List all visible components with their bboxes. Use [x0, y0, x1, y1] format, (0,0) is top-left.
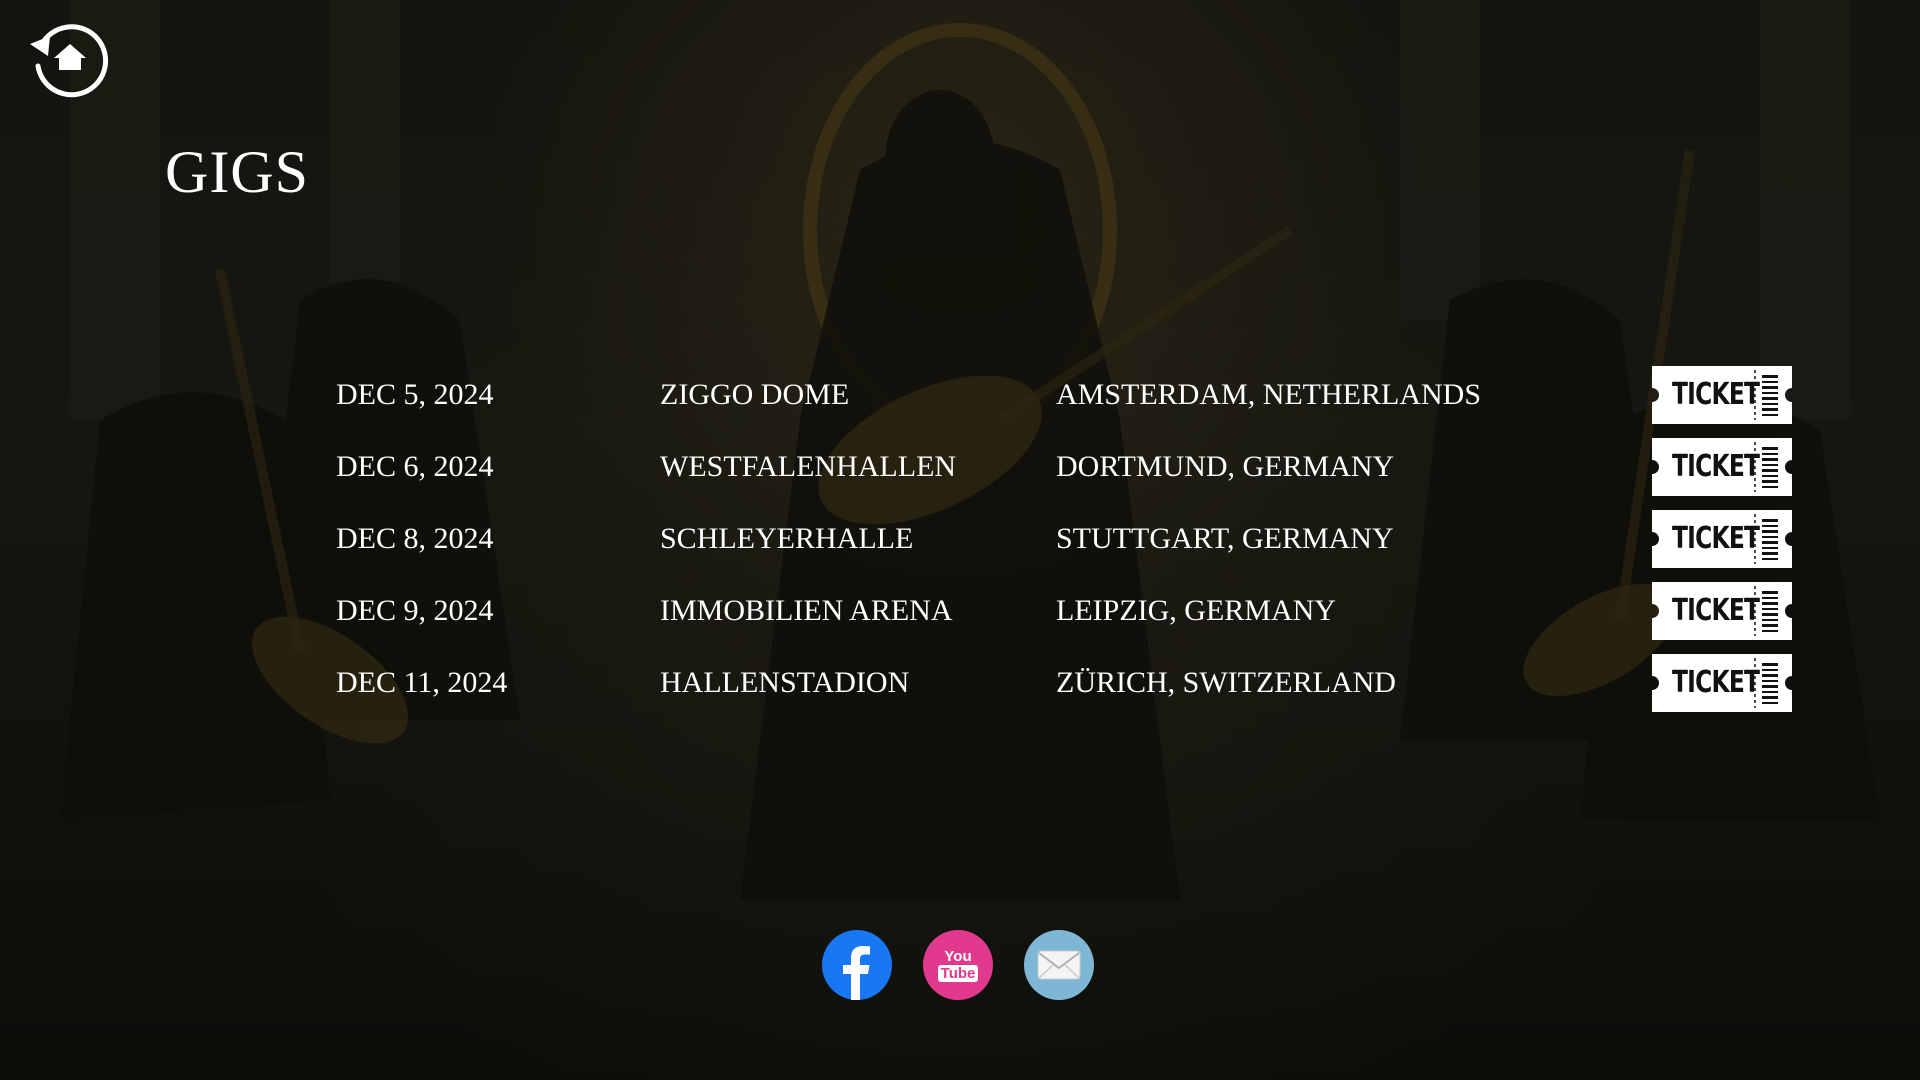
gig-row: DEC 8, 2024 SCHLEYERHALLE STUTTGART, GER…	[0, 510, 1920, 582]
page-title: GIGS	[165, 139, 310, 205]
social-links: You Tube	[0, 930, 1920, 1000]
ticket-button[interactable]: TICKET	[1652, 438, 1792, 496]
ticket-label: TICKET	[1672, 449, 1760, 484]
youtube-button[interactable]: You Tube	[923, 930, 993, 1000]
ticket-button[interactable]: TICKET	[1652, 582, 1792, 640]
email-icon	[1037, 950, 1081, 980]
ticket-label: TICKET	[1672, 377, 1760, 412]
ticket-button[interactable]: TICKET	[1652, 366, 1792, 424]
youtube-icon: You Tube	[923, 930, 993, 1000]
gig-row: DEC 11, 2024 HALLENSTADION ZÜRICH, SWITZ…	[0, 654, 1920, 726]
gig-row: DEC 9, 2024 IMMOBILIEN ARENA LEIPZIG, GE…	[0, 582, 1920, 654]
home-refresh-icon	[30, 24, 109, 98]
home-button[interactable]	[28, 22, 109, 102]
gig-row: DEC 6, 2024 WESTFALENHALLEN DORTMUND, GE…	[0, 438, 1920, 510]
gig-city: STUTTGART, GERMANY	[1056, 522, 1394, 555]
gig-venue: SCHLEYERHALLE	[660, 522, 914, 555]
gig-city: ZÜRICH, SWITZERLAND	[1056, 666, 1396, 699]
youtube-tube-text: Tube	[937, 964, 979, 982]
gig-date: DEC 11, 2024	[336, 666, 508, 699]
ticket-button[interactable]: TICKET	[1652, 510, 1792, 568]
ticket-button[interactable]: TICKET	[1652, 654, 1792, 712]
gigs-list: DEC 5, 2024 ZIGGO DOME AMSTERDAM, NETHER…	[0, 366, 1920, 726]
gig-date: DEC 5, 2024	[336, 378, 494, 411]
gig-venue: HALLENSTADION	[660, 666, 910, 699]
ticket-label: TICKET	[1672, 665, 1760, 700]
ticket-label: TICKET	[1672, 521, 1760, 556]
gig-venue: WESTFALENHALLEN	[660, 450, 957, 483]
gig-row: DEC 5, 2024 ZIGGO DOME AMSTERDAM, NETHER…	[0, 366, 1920, 438]
facebook-button[interactable]	[822, 930, 892, 1000]
gig-city: DORTMUND, GERMANY	[1056, 450, 1395, 483]
gig-venue: IMMOBILIEN ARENA	[660, 594, 953, 627]
ticket-label: TICKET	[1672, 593, 1760, 628]
gig-city: LEIPZIG, GERMANY	[1056, 594, 1336, 627]
gig-venue: ZIGGO DOME	[660, 378, 850, 411]
gig-date: DEC 6, 2024	[336, 450, 494, 483]
facebook-icon	[843, 946, 870, 1000]
gig-date: DEC 8, 2024	[336, 522, 494, 555]
email-button[interactable]	[1024, 930, 1094, 1000]
gig-date: DEC 9, 2024	[336, 594, 494, 627]
youtube-you-text: You	[944, 947, 972, 965]
gig-city: AMSTERDAM, NETHERLANDS	[1056, 378, 1482, 411]
